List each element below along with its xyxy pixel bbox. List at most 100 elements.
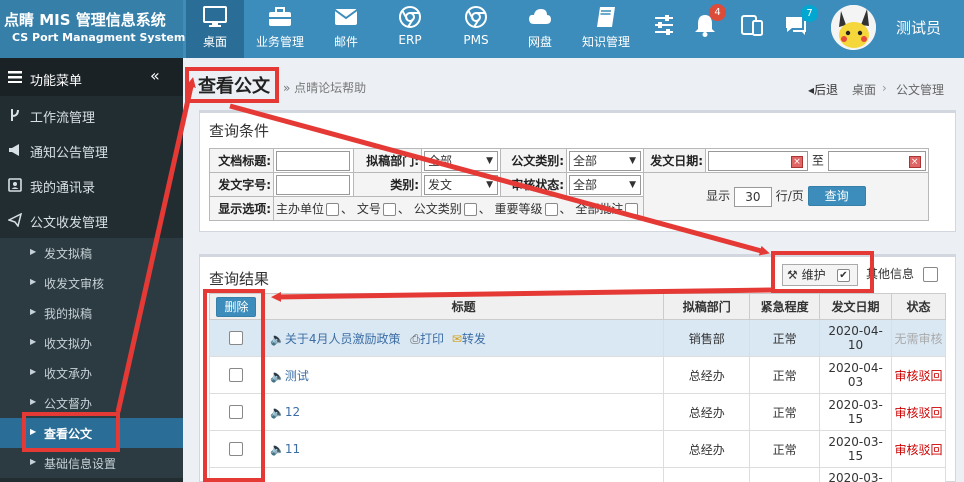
doc-title-link[interactable]: 12 [285, 405, 300, 419]
brand-logo[interactable]: 点睛 MIS 管理信息系统 CS Port Managment System [0, 0, 185, 58]
table-row[interactable]: 🔈12 总经办 正常 2020-03- 15 审核驳回 [209, 393, 946, 431]
forward-link[interactable]: 转发 [462, 332, 486, 346]
help-link[interactable]: » 点晴论坛帮助 [283, 79, 366, 96]
sidebar-subitem[interactable]: ▶ 发文拟稿 [0, 238, 183, 268]
search-button[interactable]: 查询 [807, 186, 866, 207]
audit-select[interactable]: 全部 ▼ [569, 174, 641, 195]
speaker-icon: 🔈 [269, 442, 285, 456]
nav-erp[interactable]: ERP [384, 0, 436, 58]
breadcrumb-home[interactable]: 桌面 [852, 81, 876, 98]
help-link-label: 点晴论坛帮助 [294, 81, 367, 95]
column-header: 发文日期 [819, 293, 893, 320]
sidebar-header-label: 功能菜单 [30, 74, 83, 89]
audit-label: 审核状态: [500, 172, 567, 197]
highlight-maintain-toggle [771, 251, 874, 293]
dropdown-arrow-icon: ▼ [629, 155, 636, 166]
sidebar-subitem-label: 收文承办 [44, 367, 93, 381]
nav-netdisk[interactable]: 网盘 [514, 0, 566, 58]
table-row[interactable]: 🔈测试 总经办 正常 2020-04- 03 审核驳回 [209, 356, 946, 394]
cloud-icon [529, 9, 551, 24]
book-icon [597, 7, 615, 27]
date-cell: 2020-04- 10 [819, 319, 893, 357]
sidebar-item-label: 通知公告管理 [30, 146, 109, 161]
doc-title-link[interactable]: 测试 [285, 369, 309, 383]
mobile-icon[interactable] [740, 13, 764, 37]
breadcrumb-back[interactable]: ◂后退 [808, 81, 838, 98]
collapse-icon[interactable]: « [150, 66, 160, 85]
clear-icon[interactable]: × [791, 155, 804, 168]
sidebar-subitem[interactable]: ▶ 基础信息设置 [0, 448, 183, 478]
username[interactable]: 测试员 [896, 17, 941, 38]
date-line: 15 [847, 412, 864, 426]
message-badge: 7 [801, 5, 818, 22]
option-checkbox[interactable] [382, 203, 396, 216]
option-checkbox[interactable] [544, 203, 558, 216]
date-label: 发文日期: [643, 148, 707, 173]
sidebar-item-document[interactable]: 公文收发管理 [0, 203, 183, 237]
nav-mail[interactable]: 邮件 [320, 0, 372, 58]
status-cell [891, 467, 946, 482]
category-select[interactable]: 全部 ▼ [569, 150, 641, 171]
page-size-input[interactable]: 30 [733, 186, 772, 207]
category-label: 公文类别: [500, 148, 567, 173]
breadcrumb-separator: › [882, 81, 887, 95]
table-row[interactable]: 🔈关于4月人员激励政策 ⎙打印 ✉转发 销售部 正常 2020-04- 10 无需… [209, 319, 946, 357]
megaphone-icon [9, 144, 19, 156]
nav-label: 邮件 [333, 35, 358, 49]
highlight-view-document-menu [22, 412, 120, 452]
date-to-input[interactable]: × [827, 150, 926, 171]
print-link[interactable]: 打印 [420, 332, 444, 346]
table-row[interactable]: 2020-03- [209, 467, 946, 482]
sidebar-item-workflow[interactable]: 工作流管理 [0, 98, 183, 132]
sidebar-subitem[interactable]: ▶ 收文承办 [0, 358, 183, 388]
sidebar-subitem[interactable]: ▶ 我的拟稿 [0, 298, 183, 328]
doc-title-input[interactable] [276, 150, 350, 171]
nav-pms[interactable]: PMS [450, 0, 502, 58]
nav-desktop[interactable]: 桌面 [186, 0, 244, 58]
dropdown-arrow-icon: ▼ [629, 179, 636, 190]
date-line: 2020-03- [828, 398, 883, 412]
option-checkbox[interactable] [463, 203, 477, 216]
dept-cell: 总经办 [663, 393, 751, 431]
avatar[interactable] [831, 5, 876, 50]
forward-icon[interactable]: ✉ [452, 332, 462, 346]
date-cell: 2020-04- 03 [819, 356, 893, 394]
sidebar-item-contacts[interactable]: 我的通讯录 [0, 168, 183, 202]
date-line: 2020-03- [828, 435, 883, 449]
type-label: 类别: [353, 172, 422, 197]
clear-icon[interactable]: × [908, 155, 921, 168]
urgency-cell [749, 467, 821, 482]
sidebar-subitem[interactable]: ▶ 收发文审核 [0, 268, 183, 298]
sidebar-item-label: 公文收发管理 [30, 216, 109, 231]
date-line: 15 [847, 449, 864, 463]
chevron-right-icon: ▶ [30, 247, 37, 256]
options-label: 显示选项: [209, 196, 274, 221]
option-checkbox[interactable] [625, 203, 639, 216]
dropdown-arrow-icon: ▼ [486, 155, 493, 166]
doc-title-label: 文档标题: [209, 148, 274, 173]
type-select[interactable]: 发文 ▼ [424, 174, 498, 195]
speaker-icon: 🔈 [269, 331, 285, 346]
query-form: 文档标题: 拟稿部门: 全部 ▼ 公文类别: 全部 ▼ 发文日期: × 至 × 发文… [209, 148, 929, 221]
doc-title-link[interactable]: 11 [285, 442, 300, 456]
sidebar-subitem[interactable]: ▶ 收文拟办 [0, 328, 183, 358]
doc-title-link[interactable]: 关于4月人员激励政策 [285, 332, 401, 346]
date-line: 2020-04- [828, 361, 883, 375]
table-row[interactable]: 🔈11 总经办 正常 2020-03- 15 审核驳回 [209, 430, 946, 468]
docno-input[interactable] [276, 174, 350, 195]
other-info-toggle[interactable]: 其他信息 [866, 264, 944, 286]
option-checkbox[interactable] [326, 203, 340, 216]
sidebar-item-notice[interactable]: 通知公告管理 [0, 133, 183, 167]
nav-knowledge[interactable]: 知识管理 [574, 0, 638, 58]
sliders-icon[interactable] [652, 13, 676, 37]
sidebar-header: 功能菜单 « [0, 58, 183, 96]
doc-title-link[interactable] [262, 467, 665, 482]
nav-business[interactable]: 业务管理 [248, 0, 312, 58]
other-info-checkbox[interactable] [923, 267, 938, 282]
envelope-icon [334, 9, 358, 25]
date-from-input[interactable]: × [708, 150, 809, 171]
option-label: 重要等级 [494, 202, 543, 216]
sidebar-subitem-label: 收发文审核 [44, 277, 105, 291]
printer-icon[interactable]: ⎙ [410, 332, 420, 346]
dept-select[interactable]: 全部 ▼ [424, 150, 498, 171]
